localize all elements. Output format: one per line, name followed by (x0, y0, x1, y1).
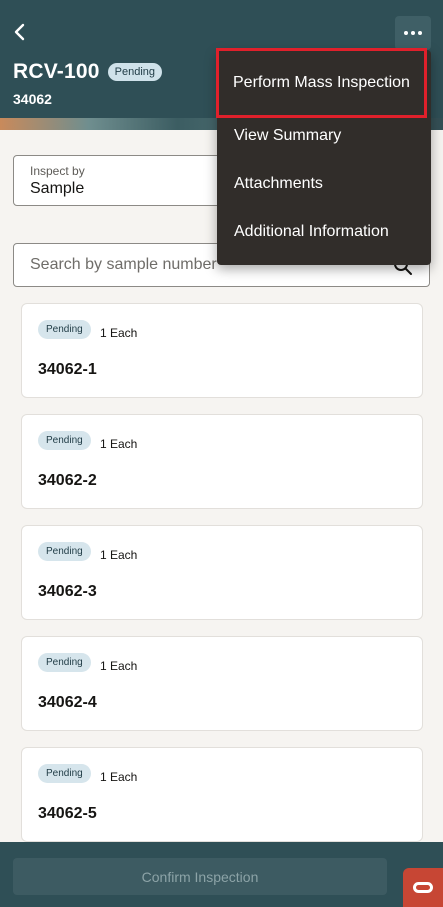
sample-quantity: 1 Each (100, 326, 138, 340)
sample-number: 34062-4 (38, 694, 97, 711)
more-actions-button[interactable] (395, 16, 431, 50)
sample-number: 34062-2 (38, 472, 97, 489)
sample-card[interactable]: Pending 1 Each 34062-5 (21, 747, 423, 842)
sample-quantity: 1 Each (100, 659, 138, 673)
menu-item-view-summary[interactable]: View Summary (217, 112, 431, 160)
sample-card[interactable]: Pending 1 Each 34062-1 (21, 303, 423, 398)
back-button[interactable] (6, 18, 34, 46)
menu-item-label: Attachments (234, 175, 323, 192)
sample-quantity: 1 Each (100, 770, 138, 784)
menu-item-label: Additional Information (234, 223, 389, 240)
sample-quantity: 1 Each (100, 548, 138, 562)
sample-status-badge: Pending (38, 764, 91, 783)
more-horizontal-icon (404, 31, 422, 35)
actions-menu: Perform Mass Inspection View Summary Att… (216, 48, 431, 265)
page-footer: Confirm Inspection (0, 842, 443, 907)
sample-status-badge: Pending (38, 431, 91, 450)
sample-number: 34062-3 (38, 583, 97, 600)
sample-status-badge: Pending (38, 653, 91, 672)
sample-number: 34062-5 (38, 805, 97, 822)
sample-quantity: 1 Each (100, 437, 138, 451)
menu-item-label: Perform Mass Inspection (233, 74, 410, 91)
menu-item-perform-mass-inspection[interactable]: Perform Mass Inspection (216, 48, 427, 118)
status-badge: Pending (107, 63, 162, 81)
sample-card[interactable]: Pending 1 Each 34062-2 (21, 414, 423, 509)
chevron-left-icon (14, 23, 25, 41)
page-subtitle: 34062 (13, 91, 52, 107)
menu-item-label: View Summary (234, 127, 342, 144)
page-title: RCV-100 (13, 60, 100, 83)
title-row: RCV-100 Pending (13, 60, 162, 84)
sample-status-badge: Pending (38, 320, 91, 339)
sample-card[interactable]: Pending 1 Each 34062-3 (21, 525, 423, 620)
menu-item-attachments[interactable]: Attachments (217, 160, 431, 208)
sample-number: 34062-1 (38, 361, 97, 378)
oracle-logo-icon (403, 868, 443, 907)
confirm-inspection-button[interactable]: Confirm Inspection (13, 858, 387, 895)
sample-status-badge: Pending (38, 542, 91, 561)
menu-item-additional-information[interactable]: Additional Information (217, 208, 431, 256)
sample-card[interactable]: Pending 1 Each 34062-4 (21, 636, 423, 731)
